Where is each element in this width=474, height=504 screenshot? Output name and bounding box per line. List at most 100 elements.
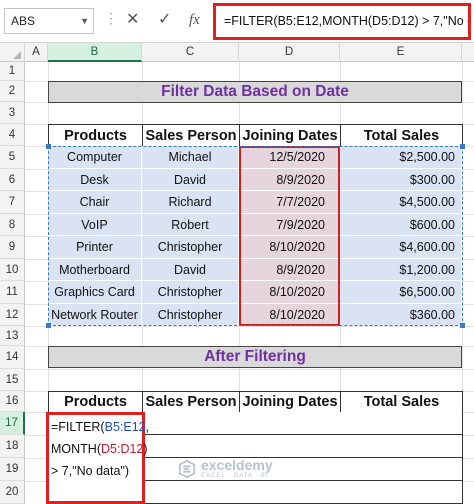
column-header-f[interactable]: [462, 43, 474, 62]
table-cell[interactable]: Graphics Card: [48, 281, 142, 304]
table-cell[interactable]: $1,200.00: [340, 259, 462, 281]
table-cell[interactable]: Computer: [48, 146, 142, 169]
table-cell[interactable]: Robert: [142, 214, 239, 236]
cancel-icon[interactable]: ✕: [126, 11, 139, 29]
table-cell[interactable]: 8/10/2020: [239, 281, 340, 304]
table-header-products[interactable]: Products: [48, 124, 143, 147]
table-cell[interactable]: Printer: [48, 236, 142, 259]
table-header-total-sales[interactable]: Total Sales: [340, 124, 463, 147]
table-cell[interactable]: 7/7/2020: [239, 191, 340, 214]
select-all-button[interactable]: [0, 43, 25, 62]
row-header-17[interactable]: 17: [0, 412, 25, 435]
row-header-7[interactable]: 7: [0, 191, 25, 214]
output-cell[interactable]: [340, 481, 463, 504]
column-header-c[interactable]: C: [142, 43, 239, 62]
watermark-subtitle: EXCEL · DATA · BI: [201, 473, 269, 479]
editing-cell-b17[interactable]: =FILTER(B5:E12, MONTH(D5:D12) > 7,"No da…: [46, 412, 149, 504]
formula-bar: ABS ▼ ⋮ ✕ ✓ fx =FILTER(B5:E12,MONTH(D5:D…: [0, 0, 474, 43]
table-cell[interactable]: Michael: [142, 146, 239, 169]
table-cell[interactable]: 7/9/2020: [239, 214, 340, 236]
table-cell[interactable]: Christopher: [142, 281, 239, 304]
exceldemy-logo-icon: [178, 460, 196, 478]
output-header-total-sales[interactable]: Total Sales: [340, 391, 463, 413]
row-header-15[interactable]: 15: [0, 369, 25, 391]
row-header-10[interactable]: 10: [0, 259, 25, 281]
output-cell[interactable]: [142, 435, 240, 458]
table-cell[interactable]: $2,500.00: [340, 146, 462, 169]
row-header-4[interactable]: 4: [0, 124, 25, 146]
insert-function-icon[interactable]: fx: [189, 11, 200, 29]
name-box[interactable]: ABS ▼: [4, 8, 94, 34]
enter-icon[interactable]: ✓: [158, 11, 171, 29]
formula-ref-range: B5:E12: [104, 420, 146, 434]
table-header-sales-person[interactable]: Sales Person: [142, 124, 240, 147]
output-cell[interactable]: [340, 412, 463, 435]
output-cell[interactable]: [239, 435, 341, 458]
table-cell[interactable]: Chair: [48, 191, 142, 214]
row-header-14[interactable]: 14: [0, 346, 25, 369]
row-header-16[interactable]: 16: [0, 391, 25, 412]
table-cell[interactable]: 8/9/2020: [239, 169, 340, 191]
row-header-20[interactable]: 20: [0, 481, 25, 504]
table-cell[interactable]: David: [142, 169, 239, 191]
formula-input[interactable]: =FILTER(B5:E12,MONTH(D5:D12) > 7,"No dat…: [213, 3, 471, 40]
row-header-11[interactable]: 11: [0, 281, 25, 304]
table-cell[interactable]: $4,500.00: [340, 191, 462, 214]
range-handle[interactable]: [460, 144, 465, 149]
column-header-bar: A B C D E: [0, 43, 474, 62]
column-header-d[interactable]: D: [239, 43, 340, 62]
column-header-a[interactable]: A: [25, 43, 48, 62]
table-cell[interactable]: 8/9/2020: [239, 259, 340, 281]
output-cell[interactable]: [142, 481, 240, 504]
table-cell[interactable]: Richard: [142, 191, 239, 214]
column-header-e[interactable]: E: [340, 43, 462, 62]
row-header-19[interactable]: 19: [0, 458, 25, 481]
subtitle-banner[interactable]: After Filtering: [48, 346, 462, 368]
drag-handle-icon[interactable]: ⋮: [104, 10, 119, 27]
title-banner[interactable]: Filter Data Based on Date: [48, 81, 462, 103]
name-box-value: ABS: [11, 14, 36, 28]
row-header-6[interactable]: 6: [0, 169, 25, 191]
output-cell[interactable]: [340, 435, 463, 458]
table-cell[interactable]: $600.00: [340, 214, 462, 236]
table-cell[interactable]: $4,600.00: [340, 236, 462, 259]
range-handle[interactable]: [460, 323, 465, 328]
row-header-2[interactable]: 2: [0, 81, 25, 102]
chevron-down-icon[interactable]: ▼: [80, 9, 89, 33]
range-handle[interactable]: [46, 144, 51, 149]
table-header-joining-dates[interactable]: Joining Dates: [239, 124, 341, 147]
watermark-title: exceldemy: [201, 457, 273, 473]
table-cell[interactable]: Desk: [48, 169, 142, 191]
table-cell[interactable]: $6,500.00: [340, 281, 462, 304]
table-cell[interactable]: 12/5/2020: [239, 146, 340, 169]
output-header-sales-person[interactable]: Sales Person: [142, 391, 240, 413]
row-header-1[interactable]: 1: [0, 62, 25, 81]
row-header-12[interactable]: 12: [0, 304, 25, 326]
row-header-13[interactable]: 13: [0, 326, 25, 346]
table-cell[interactable]: David: [142, 259, 239, 281]
table-cell[interactable]: Network Router: [48, 304, 142, 326]
table-cell[interactable]: Christopher: [142, 304, 239, 326]
column-header-b[interactable]: B: [48, 43, 142, 62]
watermark: exceldemy EXCEL · DATA · BI: [178, 458, 273, 480]
row-header-5[interactable]: 5: [0, 146, 25, 169]
output-header-joining-dates[interactable]: Joining Dates: [239, 391, 341, 413]
table-cell[interactable]: $300.00: [340, 169, 462, 191]
table-cell[interactable]: 8/10/2020: [239, 236, 340, 259]
table-cell[interactable]: Christopher: [142, 236, 239, 259]
output-cell[interactable]: [340, 458, 463, 481]
row-header-8[interactable]: 8: [0, 214, 25, 236]
table-cell[interactable]: 8/10/2020: [239, 304, 340, 326]
output-cell[interactable]: [142, 412, 240, 435]
row-header-18[interactable]: 18: [0, 435, 25, 458]
output-cell[interactable]: [239, 412, 341, 435]
table-cell[interactable]: VoIP: [48, 214, 142, 236]
formula-ref-dates: D5:D12: [101, 442, 144, 456]
row-header-9[interactable]: 9: [0, 236, 25, 259]
table-cell[interactable]: $360.00: [340, 304, 462, 326]
range-handle[interactable]: [46, 323, 51, 328]
row-header-3[interactable]: 3: [0, 102, 25, 124]
output-header-products[interactable]: Products: [48, 391, 143, 413]
table-cell[interactable]: Motherboard: [48, 259, 142, 281]
output-cell[interactable]: [239, 481, 341, 504]
